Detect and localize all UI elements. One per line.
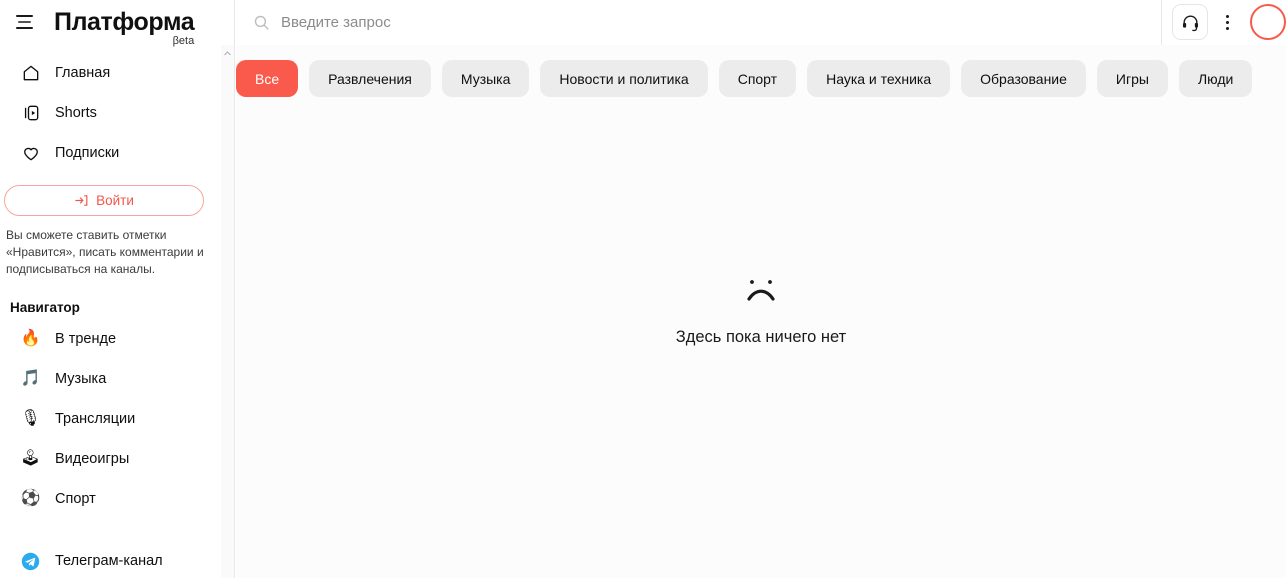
chip-news-politics[interactable]: Новости и политика <box>540 60 708 97</box>
search-icon <box>254 15 269 30</box>
chip-label: Все <box>255 70 280 87</box>
home-icon <box>20 63 41 84</box>
fire-emoji-icon: 🔥 <box>20 330 41 347</box>
sidebar-item-home[interactable]: Главная <box>8 53 220 93</box>
user-avatar-circle[interactable] <box>1250 4 1286 40</box>
empty-state-text: Здесь пока ничего нет <box>675 328 847 346</box>
sidebar: Главная Shorts Подписки Войти Вы сможете… <box>0 45 235 578</box>
search-bar[interactable] <box>235 0 1162 45</box>
chip-people[interactable]: Люди <box>1178 60 1253 97</box>
headset-icon[interactable] <box>1172 4 1208 40</box>
sidebar-item-telegram[interactable]: Телеграм-канал <box>8 541 220 578</box>
chip-label: Музыка <box>460 70 511 87</box>
brand-logo[interactable]: Платформа βeta <box>54 7 195 46</box>
sidebar-item-label: Музыка <box>55 371 107 387</box>
category-chips-row[interactable]: Все Развлечения Музыка Новости и политик… <box>236 45 1286 101</box>
sidebar-item-label: Телеграм-канал <box>55 553 163 569</box>
sad-face-icon <box>747 280 775 301</box>
heart-icon <box>20 143 41 164</box>
chip-label: Новости и политика <box>559 70 689 87</box>
header-brand-area: Платформа βeta <box>0 0 235 46</box>
chip-label: Люди <box>1197 70 1234 87</box>
microphone-emoji-icon: 🎙 <box>20 410 41 427</box>
navigator-section-title: Навигатор <box>10 300 80 315</box>
main-content: Все Развлечения Музыка Новости и политик… <box>236 45 1286 578</box>
sidebar-item-shorts[interactable]: Shorts <box>8 93 220 133</box>
sidebar-item-videogames[interactable]: 🕹 Видеоигры <box>8 439 220 479</box>
chevron-up-icon[interactable] <box>223 49 232 58</box>
login-button[interactable]: Войти <box>4 185 204 216</box>
telegram-icon <box>20 551 41 572</box>
hamburger-menu-icon[interactable] <box>6 4 42 40</box>
chip-science-tech[interactable]: Наука и техника <box>807 60 951 97</box>
chip-music[interactable]: Музыка <box>441 60 530 97</box>
joystick-emoji-icon: 🕹 <box>20 450 41 467</box>
sidebar-item-label: Трансляции <box>55 411 136 427</box>
music-note-emoji-icon: 🎵 <box>20 370 41 387</box>
sidebar-content: Главная Shorts Подписки Войти Вы сможете… <box>0 45 228 578</box>
sidebar-item-label: Видеоигры <box>55 451 130 467</box>
chip-label: Игры <box>1115 70 1149 87</box>
sidebar-scrollbar[interactable] <box>221 45 234 578</box>
app-root: Платформа βeta Введите запрос Главная Sh… <box>0 0 1286 578</box>
empty-state: Здесь пока ничего нет <box>236 45 1286 578</box>
chip-games[interactable]: Игры <box>1096 60 1168 97</box>
shorts-icon <box>20 103 41 124</box>
three-dots-vertical-icon[interactable] <box>1214 5 1240 39</box>
brand-beta-label: βeta <box>172 34 195 47</box>
sidebar-item-label: Shorts <box>55 105 97 121</box>
brand-name: Платформа <box>54 7 195 36</box>
chip-sport[interactable]: Спорт <box>718 60 797 97</box>
top-header: Платформа βeta <box>0 0 1286 46</box>
chip-label: Наука и техника <box>826 70 932 87</box>
login-section: Войти Вы сможете ставить отметки «Нравит… <box>4 173 228 278</box>
sidebar-item-label: В тренде <box>55 331 117 347</box>
login-arrow-icon <box>75 195 88 206</box>
login-button-label: Войти <box>96 193 134 208</box>
sidebar-item-music[interactable]: 🎵 Музыка <box>8 359 220 399</box>
chip-education[interactable]: Образование <box>961 60 1086 97</box>
login-note: Вы сможете ставить отметки «Нравится», п… <box>6 228 204 276</box>
chip-entertainment[interactable]: Развлечения <box>309 60 431 97</box>
search-input[interactable] <box>281 8 1117 36</box>
chip-all[interactable]: Все <box>236 60 299 97</box>
chip-label: Развлечения <box>328 70 412 87</box>
sidebar-item-trending[interactable]: 🔥 В тренде <box>8 319 220 359</box>
chip-label: Образование <box>980 70 1067 87</box>
sidebar-item-broadcasts[interactable]: 🎙 Трансляции <box>8 399 220 439</box>
soccer-ball-emoji-icon: ⚽ <box>20 490 41 507</box>
header-actions <box>1162 0 1286 44</box>
sidebar-item-sport[interactable]: ⚽ Спорт <box>8 479 220 519</box>
sidebar-item-label: Главная <box>55 65 111 81</box>
sidebar-item-subscriptions[interactable]: Подписки <box>8 133 220 173</box>
chip-label: Спорт <box>737 70 778 87</box>
sidebar-item-label: Подписки <box>55 145 120 161</box>
sidebar-item-label: Спорт <box>55 491 96 507</box>
